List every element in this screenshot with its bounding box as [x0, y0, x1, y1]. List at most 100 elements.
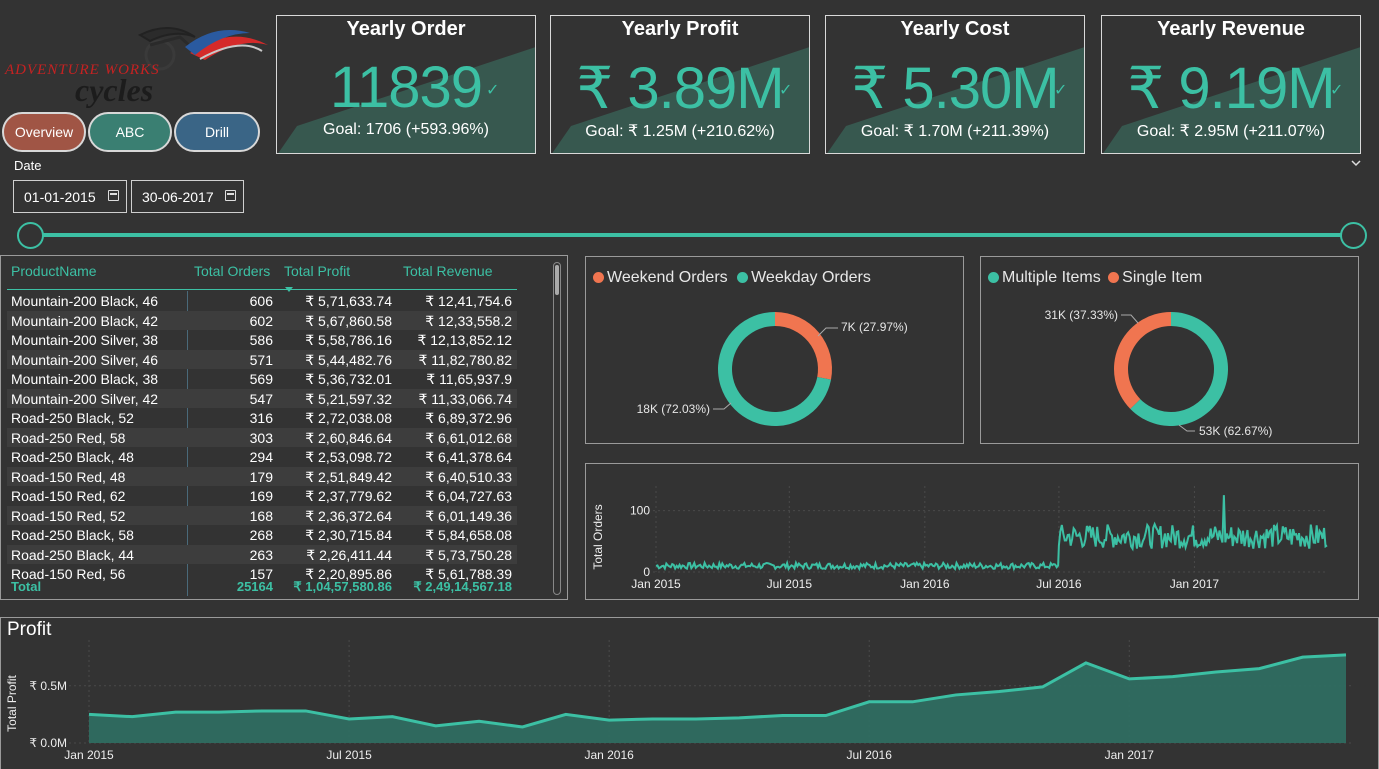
col-header-total-profit[interactable]: Total Profit — [284, 263, 350, 279]
col-header-total-orders[interactable]: Total Orders — [194, 263, 270, 279]
table-row[interactable]: Road-250 Black, 48 294 ₹ 2,53,098.72 ₹ 6,41… — [7, 447, 517, 467]
x-tick-label: Jan 2017 — [1170, 577, 1220, 591]
table-scrollbar[interactable] — [553, 262, 561, 595]
table-row[interactable]: Road-150 Red, 48 179 ₹ 2,51,849.42 ₹ 6,40,5… — [7, 466, 517, 486]
table-row[interactable]: Road-150 Red, 62 169 ₹ 2,37,779.62 ₹ 6,04,7… — [7, 486, 517, 506]
table-row[interactable]: Road-250 Black, 52 316 ₹ 2,72,038.08 ₹ 6,89… — [7, 408, 517, 428]
table-cell: ₹ 5,36,732.01 — [305, 371, 392, 387]
y-axis-label: Total Orders — [591, 504, 605, 569]
kpi-value: ₹ 3.89M — [576, 56, 784, 121]
y-tick-label: 0 — [643, 565, 650, 579]
calendar-icon[interactable] — [108, 190, 119, 201]
total-cell: ₹ 1,04,57,580.86 — [293, 579, 392, 594]
leader-line — [1121, 314, 1139, 324]
table-row[interactable]: Mountain-200 Black, 38 569 ₹ 5,36,732.01 ₹ … — [7, 369, 517, 389]
kpi-card-yearly-order: Yearly Order 11839 ✓ Goal: 1706 (+593.96… — [276, 15, 536, 154]
table-cell: Mountain-200 Black, 46 — [11, 293, 159, 309]
data-label: 31K (37.33%) — [1045, 308, 1118, 322]
table-cell: ₹ 6,89,372.96 — [425, 410, 512, 426]
table-cell: ₹ 6,61,012.68 — [425, 429, 512, 446]
x-tick-label: Jul 2015 — [326, 748, 372, 762]
table-cell: 602 — [249, 312, 273, 329]
table-row[interactable]: Mountain-200 Black, 46 606 ₹ 5,71,633.74 ₹ … — [7, 291, 517, 311]
table-cell: ₹ 2,37,779.62 — [305, 488, 392, 504]
kpi-value: ₹ 9.19M — [1127, 56, 1335, 121]
total-cell: 25164 — [236, 579, 273, 594]
table-cell: ₹ 2,51,849.42 — [305, 468, 392, 485]
table-row[interactable]: Road-250 Black, 44 263 ₹ 2,26,411.44 ₹ 5,73… — [7, 544, 517, 564]
kpi-title: Yearly Profit — [621, 18, 739, 40]
col-header-total-revenue[interactable]: Total Revenue — [403, 263, 493, 279]
table-cell: ₹ 2,72,038.08 — [305, 410, 392, 426]
date-slider-start-handle[interactable] — [17, 222, 44, 249]
end-date-input[interactable]: 30-06-2017 — [131, 180, 244, 213]
kpi-card-yearly-cost: Yearly Cost ₹ 5.30M ✓ Goal: ₹ 1.70M (+21… — [825, 15, 1085, 154]
table-row[interactable]: Mountain-200 Silver, 38 586 ₹ 5,58,786.16 ₹… — [7, 330, 517, 350]
y-tick-label: 100 — [630, 504, 650, 518]
start-date-input[interactable]: 01-01-2015 — [13, 180, 127, 213]
overview-button-label: Overview — [14, 124, 74, 140]
donut-chart-weekend-weekday: 7K (27.97%) 18K (72.03%) — [637, 312, 908, 426]
table-cell: 547 — [249, 390, 273, 407]
table-cell: 169 — [249, 488, 273, 504]
kpi-title: Yearly Revenue — [1157, 18, 1305, 40]
kpi-value: ₹ 5.30M — [851, 56, 1059, 121]
col-header-productname[interactable]: ProductName — [11, 263, 97, 279]
overview-button[interactable]: Overview — [2, 112, 86, 152]
profit-chart-panel: Profit ₹ 0.0M ₹ 0.5M Jan 2015 Jul 2015 Jan 2… — [0, 617, 1379, 769]
table-row[interactable]: Road-150 Red, 52 168 ₹ 2,36,372.64 ₹ 6,01,1… — [7, 505, 517, 525]
calendar-icon[interactable] — [225, 190, 236, 201]
start-date-value: 01-01-2015 — [24, 188, 96, 205]
table-cell: Mountain-200 Black, 38 — [11, 371, 159, 387]
kpi-title: Yearly Order — [346, 18, 466, 40]
scrollbar-thumb[interactable] — [555, 265, 559, 295]
table-row[interactable]: Mountain-200 Silver, 46 571 ₹ 5,44,482.76 ₹… — [7, 349, 517, 369]
donut-slice[interactable] — [1114, 312, 1171, 409]
total-orders-chart-panel: Jan 2015 Jul 2015 Jan 2016 Jul 2016 Jan 2017… — [585, 463, 1359, 600]
x-tick-label: Jan 2015 — [64, 748, 114, 762]
check-icon: ✓ — [1330, 82, 1344, 99]
table-cell: Mountain-200 Silver, 42 — [11, 390, 159, 407]
table-cell: Mountain-200 Black, 42 — [11, 312, 159, 329]
table-cell: ₹ 12,41,754.6 — [425, 293, 512, 309]
kpi-card-yearly-profit: Yearly Profit ₹ 3.89M ✓ Goal: ₹ 1.25M (+… — [550, 15, 810, 154]
table-cell: 179 — [249, 468, 273, 485]
x-tick-label: Jul 2016 — [1036, 577, 1082, 591]
date-label: Date — [14, 158, 42, 173]
total-cell: ₹ 2,49,14,567.18 — [413, 579, 512, 594]
donut-chart-multiple-single: 31K (37.33%) 53K (62.67%) — [1045, 308, 1273, 438]
drill-button[interactable]: Drill — [174, 112, 260, 152]
table-cell: 263 — [249, 546, 273, 563]
y-tick-label: ₹ 0.5M — [29, 679, 67, 693]
table-row[interactable]: Mountain-200 Silver, 42 547 ₹ 5,21,597.32 ₹… — [7, 388, 517, 408]
leader-line — [1178, 424, 1195, 432]
orders-series-line[interactable] — [655, 495, 1328, 572]
profit-area-chart: ₹ 0.0M ₹ 0.5M Jan 2015 Jul 2015 Jan 2016 Jul … — [5, 640, 1351, 762]
table-row[interactable]: Road-250 Black, 58 268 ₹ 2,30,715.84 ₹ 5,84… — [7, 525, 517, 545]
table-cell: ₹ 12,13,852.12 — [417, 332, 512, 348]
data-label: 7K (27.97%) — [841, 320, 908, 334]
table-cell: 606 — [249, 293, 273, 309]
table-cell: 316 — [249, 410, 273, 426]
table-cell: Mountain-200 Silver, 38 — [11, 332, 159, 348]
table-cell: ₹ 2,26,411.44 — [306, 546, 392, 563]
table-cell: 303 — [249, 429, 273, 446]
drill-button-label: Drill — [204, 124, 230, 140]
table-row[interactable]: Road-250 Red, 58 303 ₹ 2,60,846.64 ₹ 6,61,0… — [7, 427, 517, 447]
table-row[interactable]: Mountain-200 Black, 42 602 ₹ 5,67,860.58 ₹ … — [7, 310, 517, 330]
profit-area[interactable] — [89, 654, 1346, 743]
kpi-card-yearly-revenue: Yearly Revenue ₹ 9.19M ✓ Goal: ₹ 2.95M (… — [1101, 15, 1361, 154]
logo-line2: cycles — [75, 72, 153, 108]
table-cell: Road-150 Red, 62 — [11, 488, 126, 504]
table-cell: Road-250 Red, 58 — [11, 429, 126, 446]
kpi-title: Yearly Cost — [900, 18, 1010, 40]
abc-button[interactable]: ABC — [88, 112, 172, 152]
date-slider-end-handle[interactable] — [1340, 222, 1367, 249]
abc-button-label: ABC — [115, 124, 145, 140]
donut-slice[interactable] — [775, 312, 832, 380]
table-cell: Road-150 Red, 48 — [11, 468, 126, 485]
date-slider-track[interactable] — [30, 233, 1355, 237]
table-cell: ₹ 2,36,372.64 — [305, 507, 392, 524]
x-tick-label: Jan 2016 — [900, 577, 950, 591]
chevron-down-icon[interactable] — [1350, 155, 1362, 173]
